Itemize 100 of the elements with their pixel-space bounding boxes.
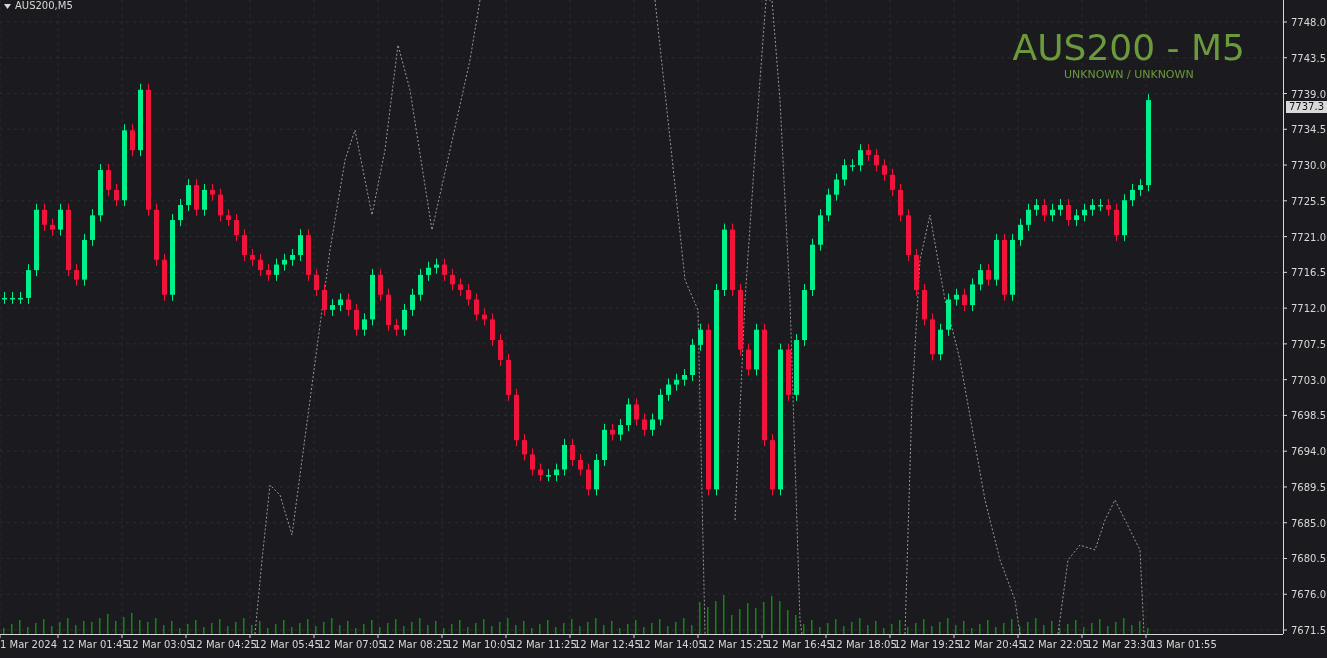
price-axis-label: 7698.5	[1291, 410, 1326, 422]
time-axis-label: 12 Mar 18:05	[830, 639, 897, 650]
time-axis-label: 12 Mar 14:05	[638, 639, 705, 650]
candlestick	[266, 263, 271, 282]
candlestick	[938, 323, 943, 361]
chart-subtitle: UNKNOWN / UNKNOWN	[1063, 69, 1194, 80]
candlestick	[338, 293, 343, 312]
candlestick	[106, 163, 111, 197]
candlestick	[922, 283, 927, 326]
candlestick	[250, 248, 255, 267]
time-axis-label: 12 Mar 05:45	[254, 639, 321, 650]
candlestick	[506, 353, 511, 402]
candlestick	[378, 268, 383, 302]
time-axis-label: 12 Mar 20:45	[958, 639, 1025, 650]
candlestick	[98, 163, 103, 222]
candlestick	[1042, 198, 1047, 222]
dropdown-icon[interactable]	[4, 3, 11, 9]
candlestick	[1026, 203, 1031, 232]
time-axis-label: 12 Mar 07:05	[318, 639, 385, 650]
candlestick	[50, 218, 55, 237]
candlestick	[1106, 198, 1111, 217]
price-axis-label: 7734.5	[1291, 124, 1326, 136]
candlestick	[546, 468, 551, 482]
time-axis-label: 12 Mar 16:45	[766, 639, 833, 650]
candlestick	[666, 378, 671, 402]
candlestick	[346, 293, 351, 317]
candlestick	[626, 397, 631, 432]
candlestick	[1058, 198, 1063, 217]
candlestick	[682, 368, 687, 387]
candlestick	[394, 318, 399, 337]
price-axis-label: 7671.5	[1291, 625, 1326, 636]
candlestick	[842, 158, 847, 187]
candlestick	[770, 433, 775, 496]
candlestick	[290, 248, 295, 267]
candlestick	[642, 413, 647, 437]
candlestick	[866, 143, 871, 162]
candlestick	[74, 263, 79, 287]
candlestick	[898, 183, 903, 222]
candlestick	[418, 268, 423, 302]
candlestick	[442, 258, 447, 282]
candlestick	[594, 453, 599, 496]
candlestick	[690, 338, 695, 382]
candlestick	[258, 253, 263, 277]
candlestick	[226, 208, 231, 227]
candlestick	[698, 323, 703, 352]
candlestick	[466, 283, 471, 306]
candlestick	[658, 388, 663, 426]
candlestick	[810, 238, 815, 297]
price-axis-label: 7743.5	[1291, 52, 1326, 64]
time-axis-label: 12 Mar 01:45	[62, 639, 129, 650]
time-axis-label: 12 Mar 19:25	[894, 639, 961, 650]
price-axis-label: 7707.5	[1291, 338, 1326, 350]
candlestick	[314, 268, 319, 297]
candlestick	[914, 248, 919, 297]
candlestick	[282, 253, 287, 272]
candlestick	[786, 343, 791, 402]
candlestick	[538, 463, 543, 482]
candlestick	[234, 213, 239, 242]
candlestick	[610, 423, 615, 442]
candlestick	[370, 268, 375, 326]
candlestick	[602, 423, 607, 467]
candlestick	[674, 373, 679, 392]
candlestick	[474, 293, 479, 322]
candlestick	[754, 323, 759, 376]
candlestick	[882, 158, 887, 182]
candlestick	[954, 288, 959, 306]
candlestick	[90, 208, 95, 247]
candlestick	[650, 413, 655, 437]
candlestick	[154, 203, 159, 267]
time-axis-label: 12 Mar 10:05	[446, 639, 513, 650]
candlestick	[458, 277, 463, 297]
symbol-label: AUS200,M5	[15, 1, 73, 11]
candlestick	[386, 288, 391, 332]
candlestick	[1050, 203, 1055, 222]
candlestick	[298, 228, 303, 262]
price-axis-label: 7685.0	[1291, 517, 1326, 529]
candlestick	[850, 158, 855, 172]
candlestick	[818, 208, 823, 252]
candlestick	[1114, 203, 1119, 242]
candlestick	[434, 258, 439, 275]
candlestick	[970, 277, 975, 312]
candlestick	[1018, 218, 1023, 247]
candlestick	[162, 253, 167, 302]
candlestick	[178, 198, 183, 227]
candlestick	[498, 333, 503, 367]
time-axis-label: 12 Mar 12:45	[574, 639, 641, 650]
candlestick	[554, 463, 559, 482]
time-axis-label: 12 Mar 15:25	[702, 639, 769, 650]
price-axis-label: 7680.5	[1291, 553, 1326, 565]
candlestick	[362, 312, 367, 337]
price-axis-label: 7739.0	[1291, 88, 1326, 100]
candlestick	[42, 203, 47, 232]
price-axis-label: 7676.0	[1291, 589, 1326, 601]
time-axis-label: 13 Mar 01:55	[1150, 639, 1217, 650]
candlestick	[746, 343, 751, 376]
candlestick	[26, 263, 31, 305]
candlestick	[578, 453, 583, 477]
candlestick	[114, 183, 119, 207]
candlestick	[634, 397, 639, 426]
candlestick	[1074, 208, 1079, 227]
